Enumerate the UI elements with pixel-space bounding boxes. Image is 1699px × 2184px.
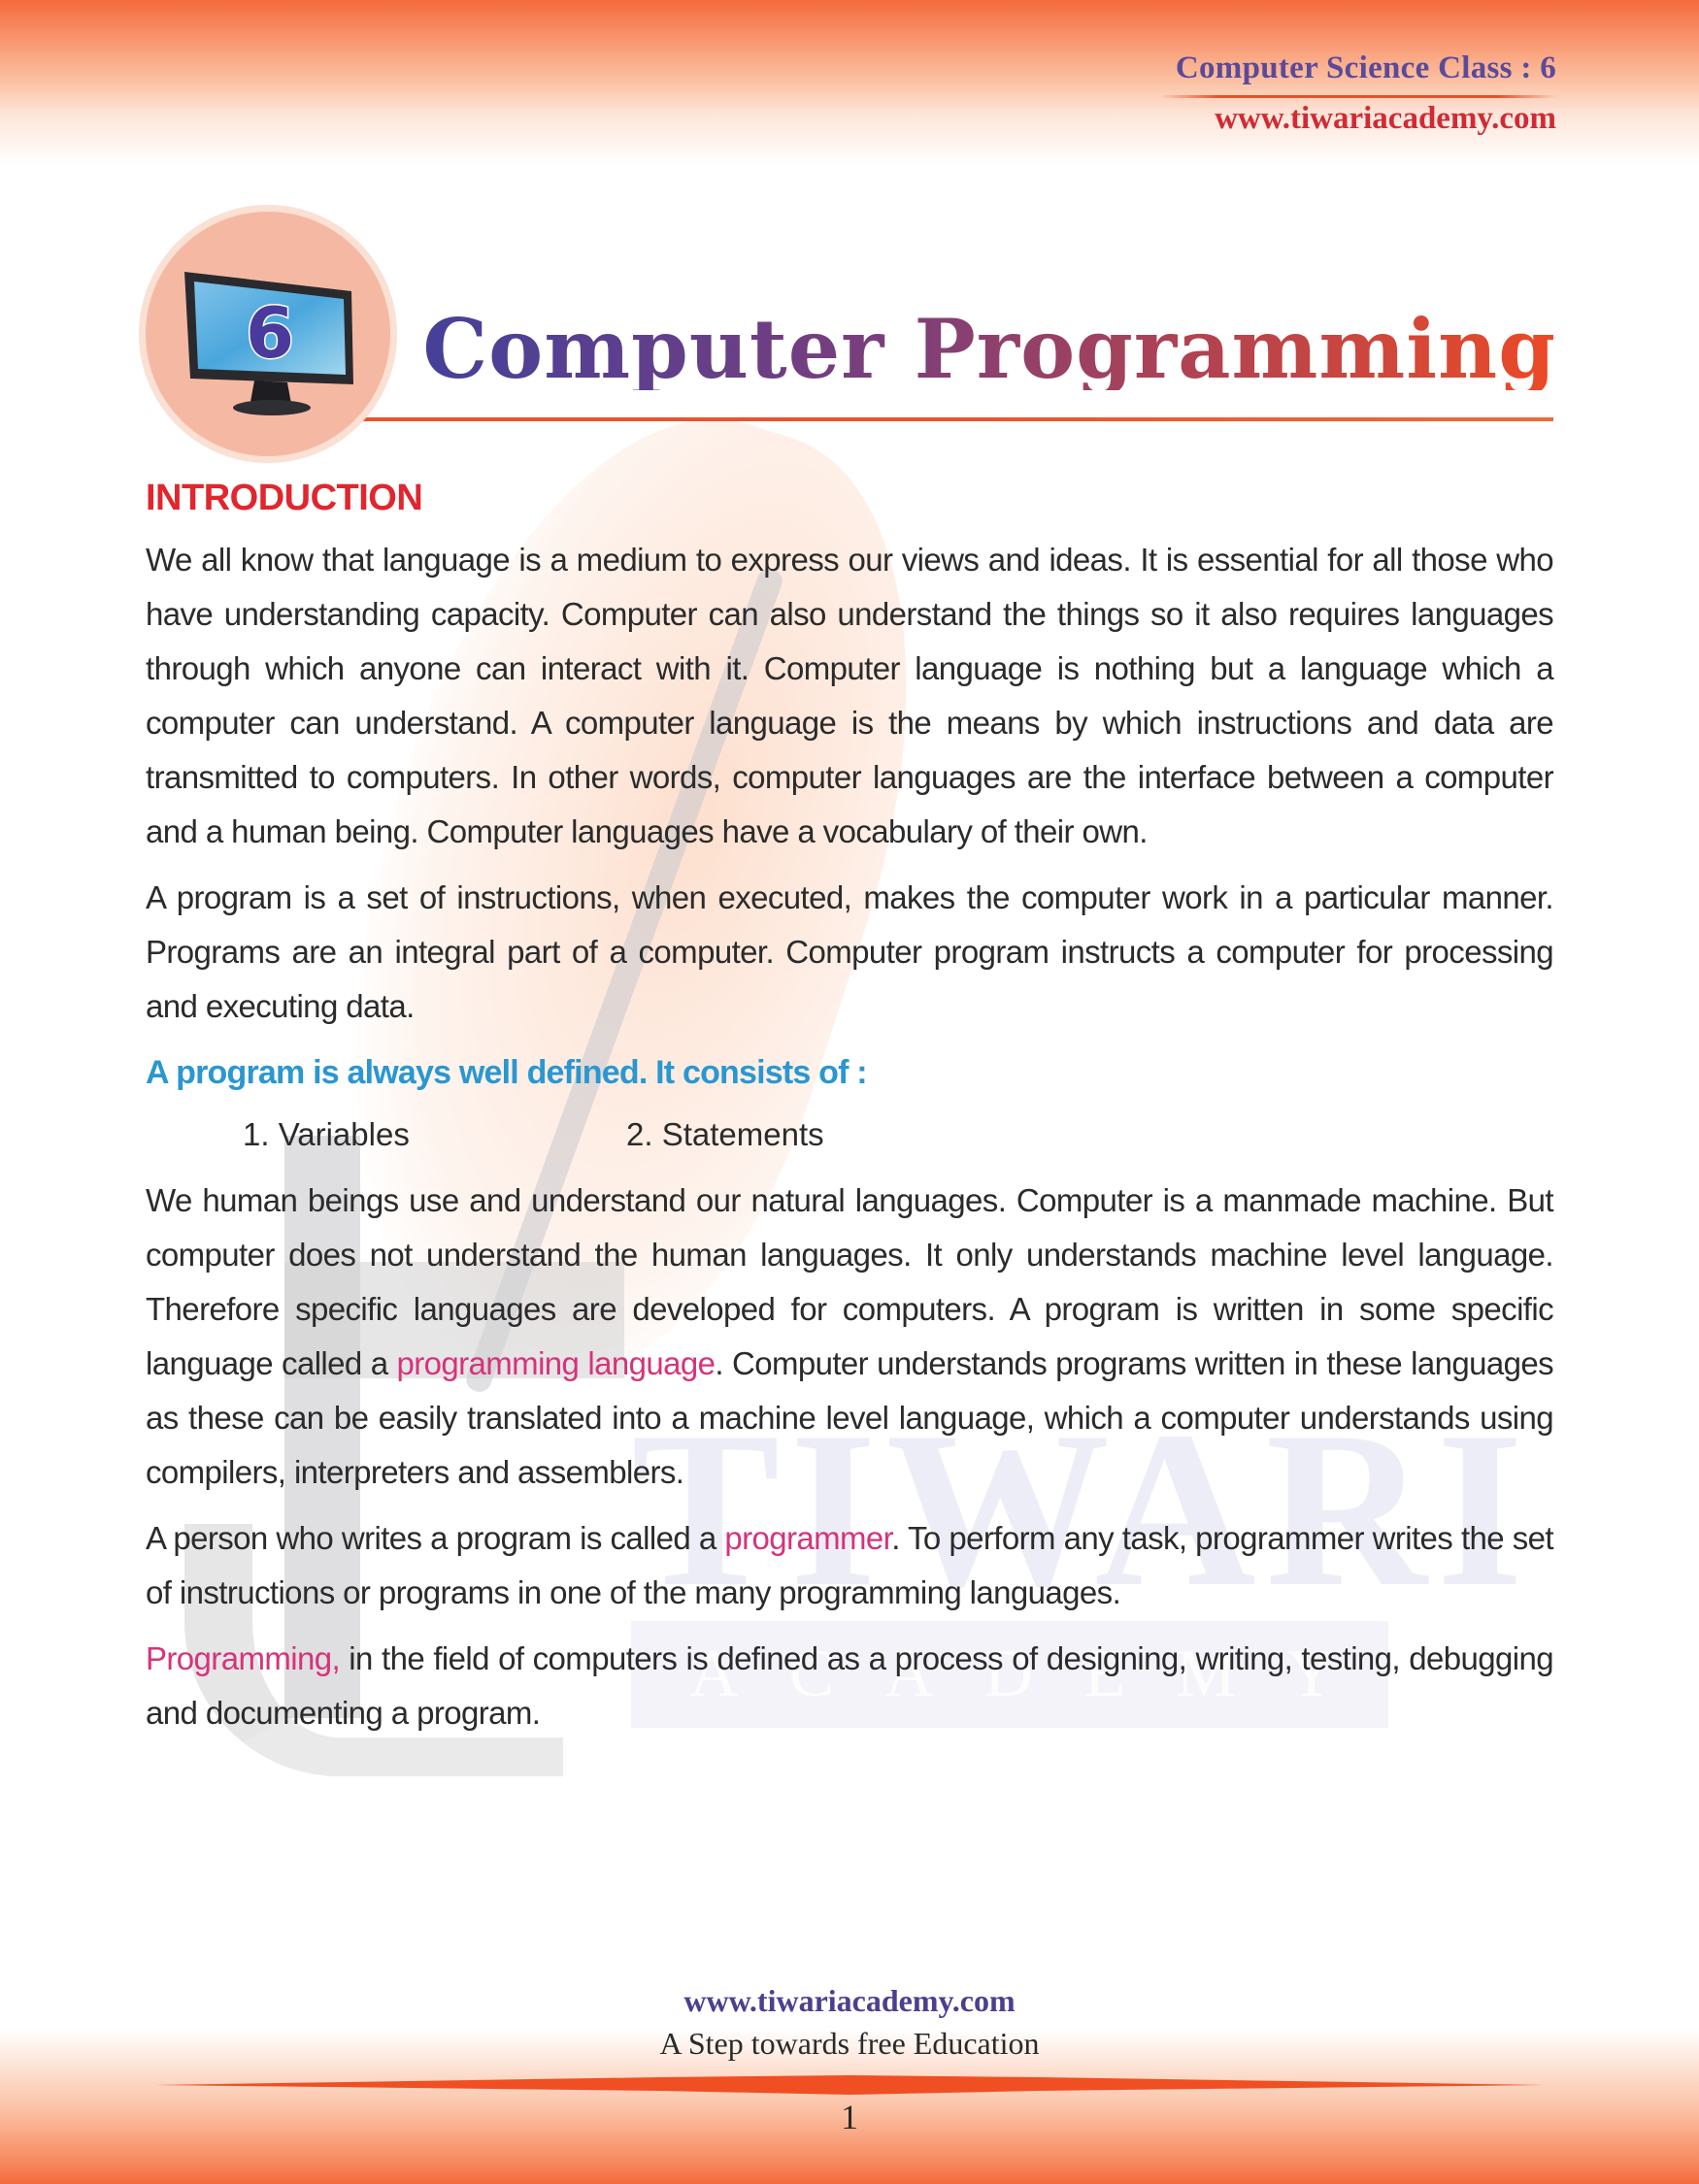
footer-divider bbox=[155, 2075, 1544, 2095]
list-item: 2. Statements bbox=[626, 1116, 824, 1152]
header-divider bbox=[1160, 95, 1556, 98]
paragraph-programming-definition: Programming, in the field of computers i… bbox=[146, 1632, 1554, 1740]
subheading-program-consists: A program is always well defined. It con… bbox=[146, 1054, 868, 1091]
section-heading-introduction: INTRODUCTION bbox=[146, 478, 423, 518]
title-underline bbox=[350, 417, 1553, 421]
paragraph-programming-language: We human beings use and understand our n… bbox=[146, 1174, 1554, 1500]
paragraph-language-intro: We all know that language is a medium to… bbox=[146, 542, 1554, 849]
paragraph-programmer: A person who writes a program is called … bbox=[146, 1511, 1554, 1620]
monitor-icon: 6 bbox=[184, 272, 353, 415]
document-body: INTRODUCTION We all know that language i… bbox=[146, 478, 1554, 1752]
footer-tagline: A Step towards free Education bbox=[659, 2026, 1040, 2061]
paragraph-text: A person who writes a program is called … bbox=[146, 1520, 725, 1556]
highlight-term-programming-language: programming language bbox=[396, 1345, 716, 1381]
highlight-term-programmer: programmer bbox=[724, 1520, 892, 1556]
paragraph-text: in the field of computers is defined as … bbox=[146, 1640, 1554, 1731]
footer-website-link[interactable]: www.tiwariacademy.com bbox=[0, 1983, 1699, 2019]
page-number: 1 bbox=[841, 2098, 858, 2136]
header-subject-class: Computer Science Class : 6 bbox=[1175, 50, 1556, 85]
program-parts-list: 1. Variables 2. Statements bbox=[243, 1108, 1553, 1162]
chapter-badge: 6 bbox=[146, 212, 390, 456]
chapter-number: 6 bbox=[246, 292, 294, 374]
highlight-term-programming: Programming, bbox=[146, 1640, 341, 1676]
paragraph-program-definition: A program is a set of instructions, when… bbox=[146, 879, 1554, 1024]
header-website-link[interactable]: www.tiwariacademy.com bbox=[1215, 101, 1556, 137]
chapter-title: Computer Programming bbox=[422, 301, 1556, 397]
list-item: 1. Variables bbox=[243, 1116, 410, 1152]
